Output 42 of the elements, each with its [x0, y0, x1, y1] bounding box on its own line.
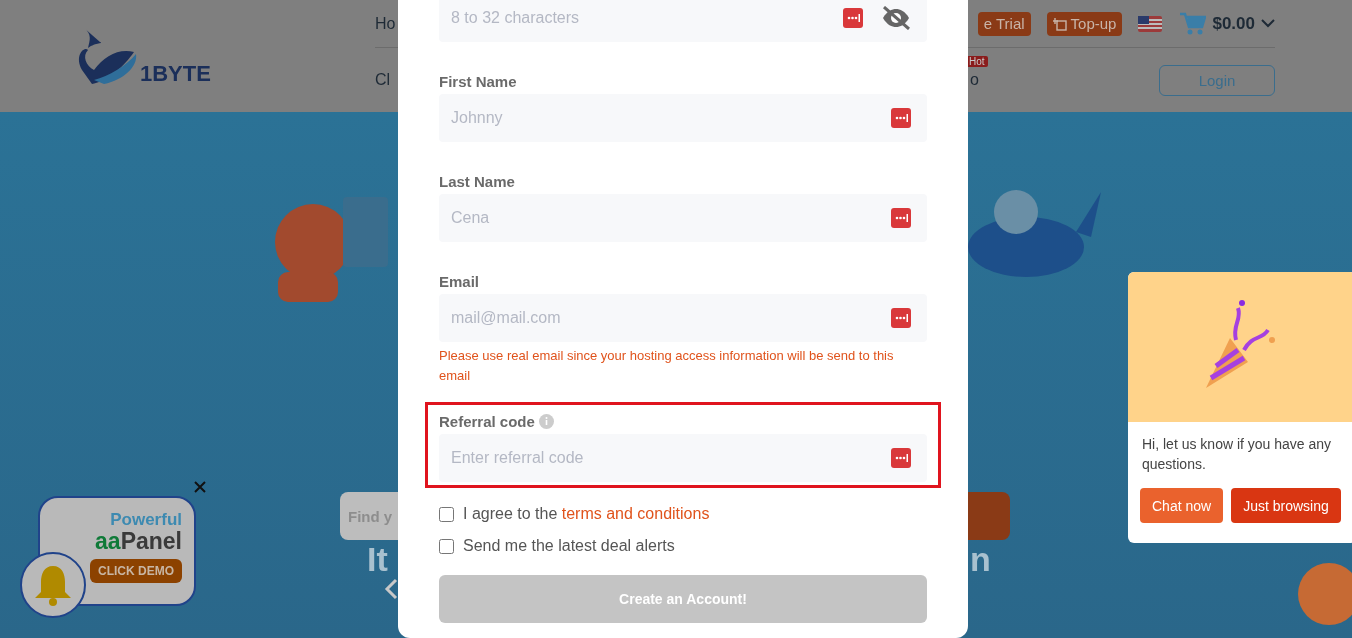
wallet-icon: [1052, 16, 1067, 31]
checkbox-label: I agree to the terms and conditions: [463, 505, 710, 523]
field-label: Referral code: [439, 408, 927, 434]
chevron-left-icon[interactable]: [384, 578, 398, 600]
password-manager-icon[interactable]: [843, 8, 863, 28]
checkbox[interactable]: [439, 538, 454, 554]
password-manager-icon[interactable]: [891, 108, 911, 128]
input-field[interactable]: mail@mail.com: [439, 294, 927, 342]
free-trial-button[interactable]: e Trial: [977, 11, 1031, 36]
field-label: Last Name: [439, 171, 516, 192]
bell-icon: [33, 564, 73, 606]
input-field[interactable]: Cena: [439, 194, 927, 242]
password-manager-icon[interactable]: [891, 208, 911, 228]
field-label: First Name: [439, 71, 518, 92]
checkbox[interactable]: [439, 506, 454, 522]
chat-action-button[interactable]: Just browsing: [1231, 488, 1341, 523]
password-manager-icon[interactable]: [891, 448, 911, 468]
input-field[interactable]: Enter referral code: [439, 434, 927, 482]
nav-link[interactable]: Ho: [375, 14, 396, 33]
chat-action-button[interactable]: Chat now: [1140, 488, 1224, 523]
hero-heading: It: [367, 540, 388, 579]
eye-off-icon[interactable]: [881, 6, 911, 30]
input-field[interactable]: 8 to 32 characters: [439, 0, 927, 42]
hero-heading: n: [970, 540, 991, 579]
nav-link[interactable]: Cl: [375, 71, 391, 89]
whale-logo[interactable]: 1BYTE: [74, 26, 219, 86]
flag-icon[interactable]: [1138, 15, 1163, 32]
chat-message: Hi, let us know if you have any questions.: [1141, 435, 1333, 474]
field-label: Email: [439, 271, 481, 292]
brand-name: aaPanel: [95, 530, 182, 553]
checkbox-label: Send me the latest deal alerts: [463, 537, 675, 555]
chevron-down-icon[interactable]: [1261, 19, 1275, 28]
email-hint-text: Please use real email since your hosting access information will be send to this email: [439, 347, 895, 385]
cart-total[interactable]: $0.00: [1212, 13, 1255, 34]
promo-tagline: Powerful: [110, 510, 182, 530]
top-up-button[interactable]: Top-up: [1046, 11, 1123, 36]
click-demo-button[interactable]: CLICK DEMO: [90, 559, 182, 583]
close-icon[interactable]: [194, 481, 206, 493]
terms-link[interactable]: terms and conditions: [561, 505, 710, 522]
input-field[interactable]: Johnny: [439, 94, 927, 142]
nav-link[interactable]: o: [970, 71, 979, 89]
password-manager-icon[interactable]: [891, 308, 911, 328]
